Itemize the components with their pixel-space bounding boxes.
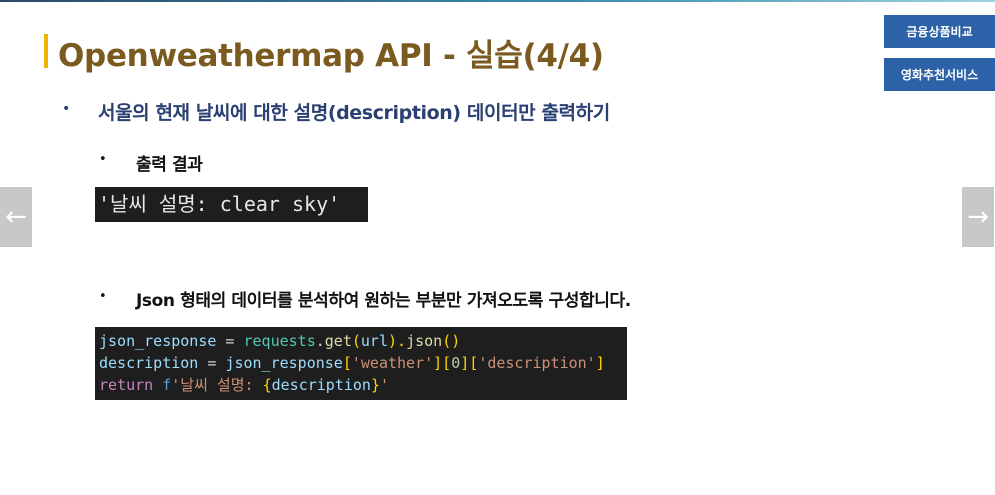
code-token: description <box>99 354 199 372</box>
sub-bullet-json-description: Json 형태의 데이터를 분석하여 원하는 부분만 가져오도록 구성합니다. <box>136 291 631 311</box>
title-accent-bar <box>44 34 48 68</box>
code-token: ( <box>351 332 361 350</box>
code-token: url <box>360 332 388 350</box>
code-line: return f'날씨 설명: {description}' <box>99 374 627 396</box>
code-token: = <box>216 332 244 350</box>
code-token: . <box>315 332 325 350</box>
code-token: [ <box>342 354 352 372</box>
code-block: json_response = requests.get(url).json()… <box>95 327 627 400</box>
code-token: { <box>262 376 272 394</box>
code-token: json <box>406 332 443 350</box>
output-text: '날씨 설명: clear sky' <box>98 192 341 216</box>
code-token: '날씨 설명: <box>171 376 263 394</box>
sub-bullet-output-result: 출력 결과 <box>136 155 203 175</box>
bullet-icon: • <box>99 289 107 304</box>
code-token: description <box>271 376 371 394</box>
next-slide-button[interactable]: → <box>962 187 994 247</box>
code-token: 'description' <box>478 354 596 372</box>
side-button-movie-recommendation[interactable]: 영화추천서비스 <box>884 58 995 91</box>
code-token: json_response <box>225 354 343 372</box>
code-line: json_response = requests.get(url).json() <box>99 330 627 352</box>
code-token: 'weather' <box>351 354 434 372</box>
side-button-financial-products[interactable]: 금융상품비교 <box>884 15 995 48</box>
code-token: get <box>324 332 352 350</box>
output-console: '날씨 설명: clear sky' <box>95 187 368 222</box>
bullet-icon: • <box>99 152 107 167</box>
code-token: ][ <box>460 354 479 372</box>
code-token: ' <box>379 376 390 394</box>
main-bullet-text: 서울의 현재 날씨에 대한 설명(description) 데이터만 출력하기 <box>98 102 610 124</box>
code-token: return <box>99 376 154 394</box>
code-token: ][ <box>433 354 452 372</box>
slide-title: Openweathermap API - 실습(4/4) <box>58 38 604 74</box>
code-token: () <box>442 332 461 350</box>
code-token: ). <box>388 332 407 350</box>
code-token: = <box>198 354 226 372</box>
bullet-icon: • <box>62 101 71 117</box>
code-token: json_response <box>99 332 217 350</box>
code-token: requests <box>243 332 316 350</box>
top-accent-line <box>0 0 995 2</box>
prev-slide-button[interactable]: ← <box>0 187 32 247</box>
arrow-left-icon: ← <box>5 202 27 232</box>
code-line: description = json_response['weather'][0… <box>99 352 627 374</box>
code-token: 0 <box>451 354 461 372</box>
code-token: ] <box>595 354 605 372</box>
code-token: f <box>162 376 172 394</box>
code-token: } <box>370 376 380 394</box>
arrow-right-icon: → <box>967 202 989 232</box>
